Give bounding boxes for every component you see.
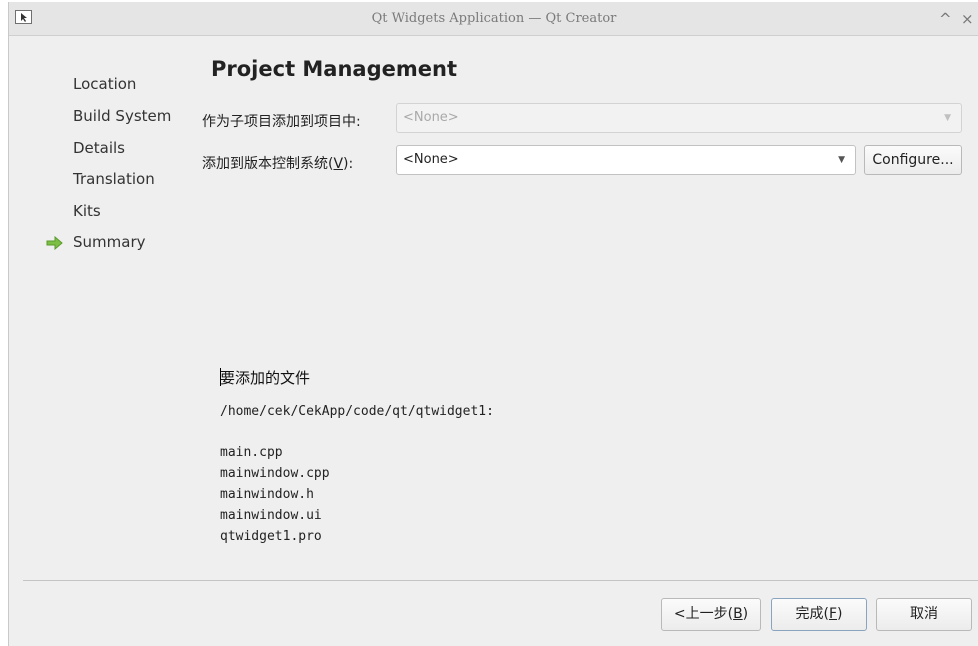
subproject-combobox-value: <None> [403, 110, 459, 125]
files-directory: /home/cek/CekApp/code/qt/qtwidget1: [220, 404, 494, 419]
file-item: mainwindow.ui [220, 508, 322, 523]
close-icon[interactable]: × [961, 2, 974, 36]
configure-button[interactable]: Configure... [864, 145, 962, 175]
file-item: qtwidget1.pro [220, 529, 322, 544]
footer-divider [23, 580, 978, 581]
subproject-combobox[interactable]: <None> ▼ [396, 103, 962, 133]
step-translation: Translation [73, 170, 155, 188]
chevron-down-icon: ▼ [944, 113, 951, 123]
step-kits: Kits [73, 202, 101, 220]
minimize-icon[interactable]: ^ [939, 2, 952, 36]
chevron-down-icon: ▼ [838, 155, 845, 165]
title-bar[interactable]: Qt Widgets Application — Qt Creator ^ × [9, 2, 978, 36]
step-location: Location [73, 75, 137, 93]
step-details: Details [73, 139, 126, 157]
window-title: Qt Widgets Application — Qt Creator [371, 11, 617, 26]
file-item: mainwindow.h [220, 487, 314, 502]
step-build-system: Build System [73, 107, 172, 125]
files-to-add-title: 要添加的文件 [220, 369, 311, 387]
file-item: mainwindow.cpp [220, 466, 330, 481]
wizard-window: Qt Widgets Application — Qt Creator ^ × … [8, 2, 978, 646]
vcs-combobox[interactable]: <None> ▼ [396, 145, 856, 175]
vcs-label: 添加到版本控制系统(V): [202, 156, 354, 172]
cancel-button[interactable]: 取消 [876, 598, 972, 631]
file-item: main.cpp [220, 445, 283, 460]
step-summary: Summary [73, 233, 146, 251]
page-title: Project Management [211, 57, 457, 81]
back-button[interactable]: <上一步(B) [661, 598, 761, 631]
subproject-label: 作为子项目添加到项目中: [202, 114, 361, 130]
green-arrow-right-icon [46, 235, 64, 254]
finish-button[interactable]: 完成(F) [771, 598, 867, 631]
vcs-combobox-value: <None> [403, 152, 459, 167]
